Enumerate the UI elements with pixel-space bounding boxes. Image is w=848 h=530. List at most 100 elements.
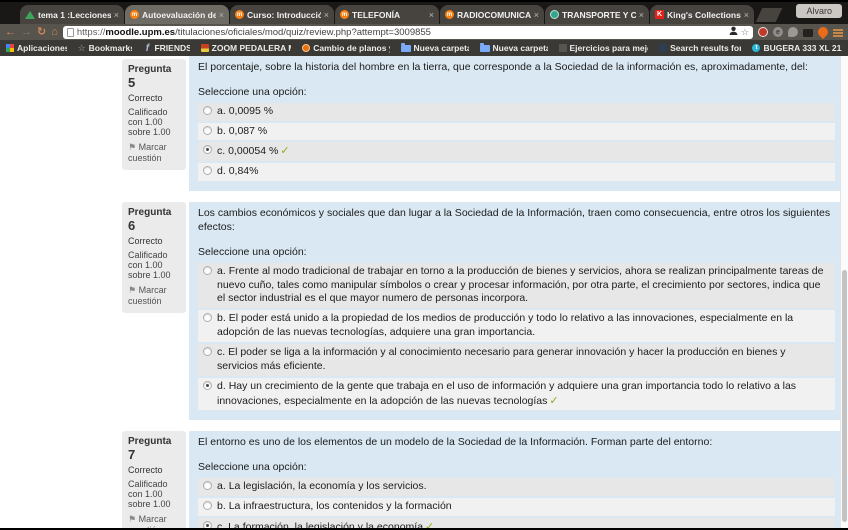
flag-question-link[interactable]: ⚑ Marcar cuestión xyxy=(128,142,180,163)
bookmark-search-results[interactable]: Search results for: xyxy=(659,43,741,53)
flame-extension-icon[interactable] xyxy=(816,25,830,39)
answer-option[interactable]: a. 0,0095 %✓ xyxy=(198,103,835,121)
moodle-icon: m xyxy=(235,10,244,19)
tab-close-icon[interactable]: × xyxy=(534,10,539,20)
tab-close-icon[interactable]: × xyxy=(219,10,224,20)
back-icon[interactable]: ← xyxy=(5,27,16,38)
tab-curso[interactable]: m Curso: Introducción a las × xyxy=(230,5,334,24)
scrollbar-thumb[interactable] xyxy=(842,270,847,522)
option-label: b. El poder está unido a la propiedad de… xyxy=(217,312,829,340)
balloon-extension-icon[interactable] xyxy=(788,27,798,37)
screen-extension-icon[interactable] xyxy=(803,29,813,37)
answer-option[interactable]: c. El poder se liga a la información y a… xyxy=(198,344,835,376)
new-tab-button[interactable] xyxy=(756,8,783,22)
tab-autoevaluacion[interactable]: m Autoevaluación de las lec × xyxy=(125,5,229,24)
kings-icon: K xyxy=(655,10,664,19)
chrome-menu-icon[interactable] xyxy=(833,29,843,37)
radio-button[interactable] xyxy=(203,266,212,275)
bookmark-cambio-de-planos[interactable]: Cambio de planos y xyxy=(302,43,389,53)
profile-button[interactable]: Alvaro xyxy=(796,4,842,18)
tab-close-icon[interactable]: × xyxy=(114,10,119,20)
tab-transporte[interactable]: TRANSPORTE Y COMUNIC × xyxy=(545,5,649,24)
answer-option[interactable]: b. 0,087 %✓ xyxy=(198,123,835,141)
browser-toolbar: ← → ↻ ⌂ https://moodle.upm.es/titulacion… xyxy=(0,24,848,40)
search-result-icon xyxy=(659,44,667,52)
bookmark-bookmarks[interactable]: ☆Bookmarks xyxy=(78,43,133,53)
question-content: El entorno es uno de los elementos de un… xyxy=(189,431,844,528)
bookmarks-bar: Aplicaciones ☆Bookmarks fFRIENDS ZOOM PE… xyxy=(0,40,848,56)
question-text: Los cambios económicos y sociales que da… xyxy=(198,207,835,235)
question-number: Pregunta 5 xyxy=(128,64,180,90)
question-text: El porcentaje, sobre la historia del hom… xyxy=(198,61,835,75)
flag-question-link[interactable]: ⚑ Marcar cuestión xyxy=(128,285,180,306)
answer-option[interactable]: a. La legislación, la economía y los ser… xyxy=(198,478,835,496)
tab-tema1[interactable]: tema 1 :Lecciones 7 y 8 × xyxy=(20,5,124,24)
tab-close-icon[interactable]: × xyxy=(639,10,644,20)
answer-option[interactable]: a. Frente al modo tradicional de trabaja… xyxy=(198,263,835,309)
radio-button[interactable] xyxy=(203,106,212,115)
person-icon[interactable] xyxy=(729,26,738,38)
moodle-icon: m xyxy=(130,10,139,19)
bookmark-nueva-carpeta-1[interactable]: Nueva carpeta xyxy=(401,43,469,53)
answer-option[interactable]: b. El poder está unido a la propiedad de… xyxy=(198,310,835,342)
address-bar[interactable]: https://moodle.upm.es/titulaciones/ofici… xyxy=(63,26,753,39)
tab-telefonia[interactable]: m TELEFONÍA × xyxy=(335,5,439,24)
bookmark-aplicaciones[interactable]: Aplicaciones xyxy=(6,43,67,53)
drive-icon xyxy=(25,11,35,19)
bookmark-zoom-pedalera[interactable]: ZOOM PEDALERA M xyxy=(201,43,292,53)
star-icon: ☆ xyxy=(78,44,86,52)
zoom-pedalera-icon xyxy=(201,44,209,52)
home-icon[interactable]: ⌂ xyxy=(51,27,58,38)
question-info: Pregunta 5 Correcto Calificado con 1.00 … xyxy=(122,59,186,170)
answer-option[interactable]: c. 0,00054 %✓ xyxy=(198,142,835,161)
browser-window: tema 1 :Lecciones 7 y 8 × m Autoevaluaci… xyxy=(0,0,848,530)
grade-text: Calificado con 1.00 sobre 1.00 xyxy=(128,250,180,280)
page-icon xyxy=(67,28,74,37)
tab-close-icon[interactable]: × xyxy=(324,10,329,20)
tab-close-icon[interactable]: × xyxy=(744,10,749,20)
tab-radiocomunicacion[interactable]: m RADIOCOMUNICACIÓN × xyxy=(440,5,544,24)
bookmark-ejercicios[interactable]: Ejercicios para mejo xyxy=(559,43,649,53)
answer-option[interactable]: d. Hay un crecimiento de la gente que tr… xyxy=(198,378,835,411)
adblock-extension-icon[interactable] xyxy=(758,27,768,37)
radio-button[interactable] xyxy=(203,481,212,490)
question-block-7: Pregunta 7 Correcto Calificado con 1.00 … xyxy=(122,431,844,528)
correct-check-icon: ✓ xyxy=(549,395,558,407)
tab-kings-collections[interactable]: K King's Collections : Onlin × xyxy=(650,5,754,24)
answer-option[interactable]: c. La formación, la legislación y la eco… xyxy=(198,518,835,528)
reload-icon[interactable]: ↻ xyxy=(37,27,46,38)
radio-button[interactable] xyxy=(203,145,212,154)
radio-button[interactable] xyxy=(203,166,212,175)
answer-option[interactable]: b. La infraestructura, los contenidos y … xyxy=(198,498,835,516)
bookmark-nueva-carpeta-2[interactable]: Nueva carpeta xyxy=(480,43,548,53)
forward-icon[interactable]: → xyxy=(21,27,32,38)
moodle-icon: m xyxy=(445,10,454,19)
bookmark-bugera[interactable]: tBUGERA 333 XL 212 xyxy=(752,43,842,53)
question-block-5: Pregunta 5 Correcto Calificado con 1.00 … xyxy=(122,56,844,191)
radio-button[interactable] xyxy=(203,381,212,390)
option-label: b. 0,087 %✓ xyxy=(217,125,829,139)
question-block-6: Pregunta 6 Correcto Calificado con 1.00 … xyxy=(122,202,844,420)
status-correct: Correcto xyxy=(128,465,180,475)
select-option-label: Seleccione una opción: xyxy=(198,86,835,100)
flag-icon: ⚑ xyxy=(128,142,136,152)
radio-button[interactable] xyxy=(203,347,212,356)
page-scrollbar[interactable] xyxy=(840,56,848,528)
select-option-label: Seleccione una opción: xyxy=(198,461,835,475)
radio-button[interactable] xyxy=(203,313,212,322)
e-extension-icon[interactable]: e xyxy=(773,27,783,37)
radio-button[interactable] xyxy=(203,521,212,528)
status-correct: Correcto xyxy=(128,93,180,103)
radio-button[interactable] xyxy=(203,501,212,510)
radio-button[interactable] xyxy=(203,126,212,135)
green-dot-icon xyxy=(550,10,559,19)
flag-question-link[interactable]: ⚑ Marcar cuestión xyxy=(128,514,180,528)
bookmark-star-icon[interactable]: ☆ xyxy=(741,27,749,38)
option-label: c. El poder se liga a la información y a… xyxy=(217,346,829,374)
answer-option[interactable]: d. 0,84%✓ xyxy=(198,163,835,181)
grade-text: Calificado con 1.00 sobre 1.00 xyxy=(128,107,180,137)
question-info: Pregunta 7 Correcto Calificado con 1.00 … xyxy=(122,431,186,528)
tab-close-icon[interactable]: × xyxy=(429,10,434,20)
tab-label: Curso: Introducción a las xyxy=(247,10,321,20)
bookmark-friends[interactable]: fFRIENDS xyxy=(143,43,189,53)
